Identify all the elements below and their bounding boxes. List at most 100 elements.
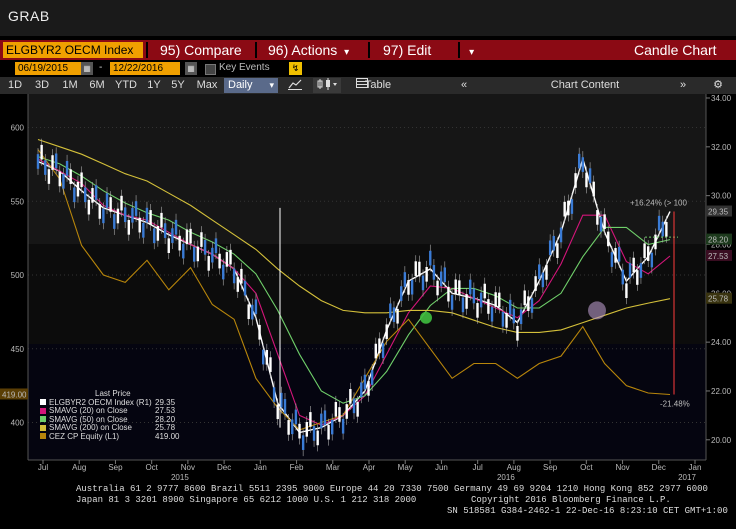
- period-button[interactable]: 3D: [31, 78, 53, 93]
- gear-icon[interactable]: ⚙: [710, 78, 726, 93]
- candle-body: [203, 240, 207, 255]
- x-tick-label: Jan: [254, 463, 267, 472]
- candle-body: [116, 208, 120, 224]
- candle-body: [625, 283, 628, 299]
- line-chart-icon[interactable]: [287, 78, 303, 93]
- end-date-field[interactable]: 12/22/2016: [110, 62, 180, 75]
- candle-body: [436, 280, 439, 296]
- candle-body: [338, 407, 341, 422]
- x-tick-label: Oct: [145, 463, 158, 472]
- candle-body: [636, 270, 639, 285]
- candle-body: [614, 248, 617, 263]
- legend-item[interactable]: CEZ CP Equity (L1) 419.00: [40, 432, 179, 442]
- candle-body: [131, 207, 134, 223]
- candle-body: [44, 160, 47, 175]
- candle-body: [574, 173, 577, 188]
- start-date-field[interactable]: 06/19/2015: [15, 62, 85, 75]
- candle-body: [87, 199, 91, 215]
- x-tick-label: Dec: [652, 463, 666, 472]
- double-chevron-left-icon[interactable]: «: [456, 78, 472, 93]
- candle-body: [196, 246, 200, 262]
- year-label: 2017: [678, 473, 696, 482]
- year-label: 2016: [497, 473, 515, 482]
- footer-contacts-line: Japan 81 3 3201 8900 Singapore 65 6212 1…: [76, 495, 417, 505]
- candle-body: [374, 343, 377, 359]
- table-button[interactable]: Table: [362, 78, 394, 93]
- candle-body: [272, 387, 276, 402]
- candle-body: [62, 173, 65, 189]
- period-button[interactable]: Max: [194, 78, 220, 93]
- calendar-icon[interactable]: ▦: [81, 62, 93, 75]
- candle-body: [577, 153, 581, 169]
- period-button[interactable]: 6M: [86, 78, 108, 93]
- candle-body: [36, 154, 40, 169]
- event-marker: [588, 301, 606, 320]
- candle-body: [298, 423, 301, 439]
- candle-style-icon[interactable]: [313, 78, 341, 93]
- event-marker: [420, 311, 432, 324]
- double-chevron-right-icon[interactable]: »: [675, 78, 691, 93]
- candle-body: [389, 303, 392, 319]
- candle-body: [650, 252, 654, 268]
- candle-body: [360, 382, 363, 398]
- period-button[interactable]: YTD: [113, 78, 139, 93]
- date-dash: -: [99, 62, 103, 73]
- right-tick-label: 20.00: [711, 436, 732, 445]
- menu-divider: [255, 42, 257, 58]
- candle-body: [301, 435, 305, 450]
- candle-body: [392, 307, 396, 323]
- menu-divider: [458, 42, 460, 58]
- window-title: GRAB: [8, 8, 50, 24]
- candle-body: [472, 288, 476, 304]
- candle-body: [385, 324, 388, 340]
- period-button[interactable]: 1M: [58, 78, 82, 93]
- candle-body: [581, 157, 585, 172]
- candle-body: [523, 290, 526, 306]
- candle-body: [200, 232, 203, 247]
- candle-body: [251, 304, 254, 320]
- candle-body: [323, 410, 327, 426]
- candle-body: [498, 292, 501, 308]
- candle-body: [552, 235, 555, 251]
- candle-body: [469, 279, 472, 295]
- candle-body: [621, 269, 624, 285]
- compare-menu-button[interactable]: 95) Compare: [160, 40, 242, 60]
- legend-swatch: [40, 416, 46, 423]
- calendar-icon[interactable]: ▦: [185, 62, 197, 75]
- candle-body: [538, 264, 541, 280]
- candle-body: [490, 306, 494, 322]
- period-button[interactable]: 1D: [4, 78, 26, 93]
- x-tick-label: Sep: [108, 463, 123, 472]
- frequency-select[interactable]: Daily ▾: [224, 78, 278, 93]
- footer-session-info: SN 518581 G384-2462-1 22-Dec-16 8:23:10 …: [447, 506, 728, 516]
- lightning-icon[interactable]: ↯: [289, 62, 302, 75]
- ticker-input[interactable]: ELGBYR2 OECM Index: [3, 42, 143, 58]
- candle-body: [331, 419, 334, 435]
- chevron-down-icon: ▾: [269, 80, 274, 90]
- candle-body: [291, 419, 294, 435]
- x-tick-label: Feb: [290, 463, 304, 472]
- year-label: 2015: [171, 473, 189, 482]
- actions-menu-button[interactable]: 96) Actions ▾: [268, 40, 349, 60]
- key-events-checkbox[interactable]: [205, 64, 216, 75]
- candle-body: [425, 266, 428, 282]
- candle-body: [327, 424, 330, 440]
- candle-body: [632, 257, 635, 273]
- candle-body: [607, 231, 610, 247]
- candle-body: [418, 261, 421, 277]
- edit-menu-button[interactable]: 97) Edit ▾: [383, 40, 474, 60]
- candle-body: [588, 168, 592, 183]
- candle-body: [225, 252, 229, 267]
- compare-label: 95) Compare: [160, 42, 242, 58]
- period-button[interactable]: 5Y: [168, 78, 188, 93]
- candle-body: [232, 268, 236, 284]
- candle-body: [312, 426, 316, 441]
- footer-contacts-line: Australia 61 2 9777 8600 Brazil 5511 239…: [76, 484, 708, 494]
- candle-body: [570, 199, 574, 214]
- candle-body: [461, 297, 465, 313]
- candle-body: [163, 223, 167, 238]
- candle-body: [505, 313, 508, 328]
- candle-body: [142, 222, 145, 238]
- period-button[interactable]: 1Y: [145, 78, 163, 93]
- candle-body: [643, 243, 646, 259]
